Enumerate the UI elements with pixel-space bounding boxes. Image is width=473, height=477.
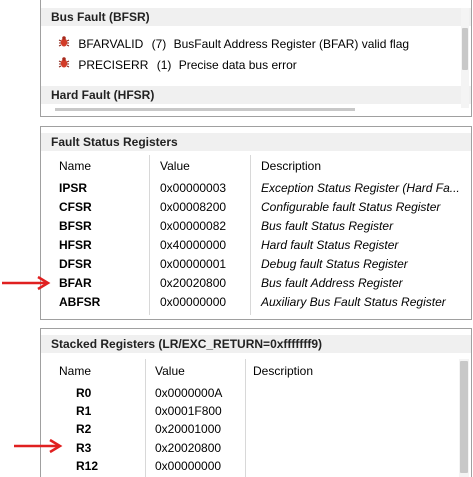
register-name: BFAR bbox=[59, 276, 92, 290]
table-row[interactable]: R3 0x20020800 bbox=[41, 439, 451, 457]
fsr-col-description[interactable]: Description bbox=[261, 157, 321, 175]
register-value: 0x20001000 bbox=[155, 422, 222, 436]
register-name: R1 bbox=[76, 404, 92, 418]
table-row[interactable]: R2 0x20001000 bbox=[41, 420, 451, 438]
table-row[interactable]: CFSR 0x00008200 Configurable fault Statu… bbox=[41, 198, 471, 216]
bfsr-section-header[interactable]: Bus Fault (BFSR) bbox=[41, 8, 471, 26]
stacked-col-name[interactable]: Name bbox=[59, 362, 91, 380]
register-description: Bus fault Address Register bbox=[261, 276, 403, 290]
bfsr-item-name: PRECISERR bbox=[78, 58, 149, 72]
register-description: Auxiliary Bus Fault Status Register bbox=[261, 295, 446, 309]
hfsr-section-header[interactable]: Hard Fault (HFSR) bbox=[41, 86, 471, 104]
register-value: 0x0001F800 bbox=[155, 404, 222, 418]
table-row[interactable]: HFSR 0x40000000 Hard fault Status Regist… bbox=[41, 236, 471, 254]
bfsr-item-preciserr[interactable]: PRECISERR (1) Precise data bus error bbox=[57, 56, 297, 74]
fsr-col-value[interactable]: Value bbox=[160, 157, 190, 175]
register-value: 0x00000003 bbox=[160, 181, 227, 195]
fsr-section-header[interactable]: Fault Status Registers bbox=[41, 133, 471, 151]
register-description: Bus fault Status Register bbox=[261, 219, 394, 233]
register-description: Debug fault Status Register bbox=[261, 257, 408, 271]
red-arrow-icon bbox=[2, 275, 51, 291]
fault-status-panel: Fault Status Registers Name Value Descri… bbox=[40, 126, 472, 320]
scrollbar-thumb[interactable] bbox=[460, 361, 468, 473]
bfsr-item-desc: BusFault Address Register (BFAR) valid f… bbox=[173, 37, 410, 51]
bfsr-item-name: BFARVALID bbox=[78, 37, 144, 51]
register-value: 0x00008200 bbox=[160, 200, 227, 214]
stacked-col-description[interactable]: Description bbox=[253, 362, 313, 380]
scrollbar-thumb[interactable] bbox=[462, 28, 468, 70]
register-description: Exception Status Register (Hard Fa... bbox=[261, 181, 460, 195]
stacked-registers-panel: Stacked Registers (LR/EXC_RETURN=0xfffff… bbox=[40, 328, 472, 477]
table-row[interactable]: R0 0x0000000A bbox=[41, 384, 451, 402]
table-row[interactable]: ABFSR 0x00000000 Auxiliary Bus Fault Sta… bbox=[41, 293, 471, 311]
register-value: 0x00000082 bbox=[160, 219, 227, 233]
table-row[interactable]: BFAR 0x20020800 Bus fault Address Regist… bbox=[41, 274, 471, 292]
table-row[interactable]: BFSR 0x00000082 Bus fault Status Registe… bbox=[41, 217, 471, 235]
register-name: HFSR bbox=[59, 238, 92, 252]
register-value: 0x20020800 bbox=[155, 441, 222, 455]
register-name: BFSR bbox=[59, 219, 92, 233]
register-name: R3 bbox=[76, 441, 92, 455]
stacked-scrollbar[interactable] bbox=[459, 359, 469, 477]
register-value: 0x20020800 bbox=[160, 276, 227, 290]
register-value: 0x0000000A bbox=[155, 386, 223, 400]
bug-icon bbox=[57, 56, 71, 75]
table-row[interactable]: R1 0x0001F800 bbox=[41, 402, 451, 420]
stacked-section-header[interactable]: Stacked Registers (LR/EXC_RETURN=0xfffff… bbox=[41, 335, 471, 353]
bfsr-item-bit: (7) bbox=[151, 37, 167, 51]
details-scrollbar[interactable] bbox=[461, 8, 469, 108]
register-value: 0x00000000 bbox=[155, 459, 222, 473]
register-value: 0x40000000 bbox=[160, 238, 227, 252]
register-name: R2 bbox=[76, 422, 92, 436]
table-row[interactable]: R12 0x00000000 bbox=[41, 457, 451, 475]
table-row[interactable]: DFSR 0x00000001 Debug fault Status Regis… bbox=[41, 255, 471, 273]
details-hscrollbar[interactable] bbox=[55, 108, 355, 111]
register-description: Hard fault Status Register bbox=[261, 238, 399, 252]
register-name: ABFSR bbox=[59, 295, 101, 309]
register-name: CFSR bbox=[59, 200, 92, 214]
register-value: 0x00000001 bbox=[160, 257, 227, 271]
bug-icon bbox=[57, 35, 71, 54]
register-name: R12 bbox=[76, 459, 99, 473]
register-name: R0 bbox=[76, 386, 92, 400]
bfsr-item-bit: (1) bbox=[156, 58, 172, 72]
bfsr-item-desc: Precise data bus error bbox=[178, 58, 297, 72]
register-name: DFSR bbox=[59, 257, 92, 271]
register-description: Configurable fault Status Register bbox=[261, 200, 441, 214]
bfsr-item-bfarvalid[interactable]: BFARVALID (7) BusFault Address Register … bbox=[57, 35, 409, 53]
stacked-col-value[interactable]: Value bbox=[155, 362, 185, 380]
table-row[interactable]: IPSR 0x00000003 Exception Status Registe… bbox=[41, 179, 471, 197]
register-value: 0x00000000 bbox=[160, 295, 227, 309]
red-arrow-icon bbox=[14, 438, 63, 454]
fsr-col-name[interactable]: Name bbox=[59, 157, 91, 175]
fault-details-panel: Bus Fault (BFSR) BFARVALID (7) BusFault … bbox=[40, 0, 472, 117]
register-name: IPSR bbox=[59, 181, 88, 195]
